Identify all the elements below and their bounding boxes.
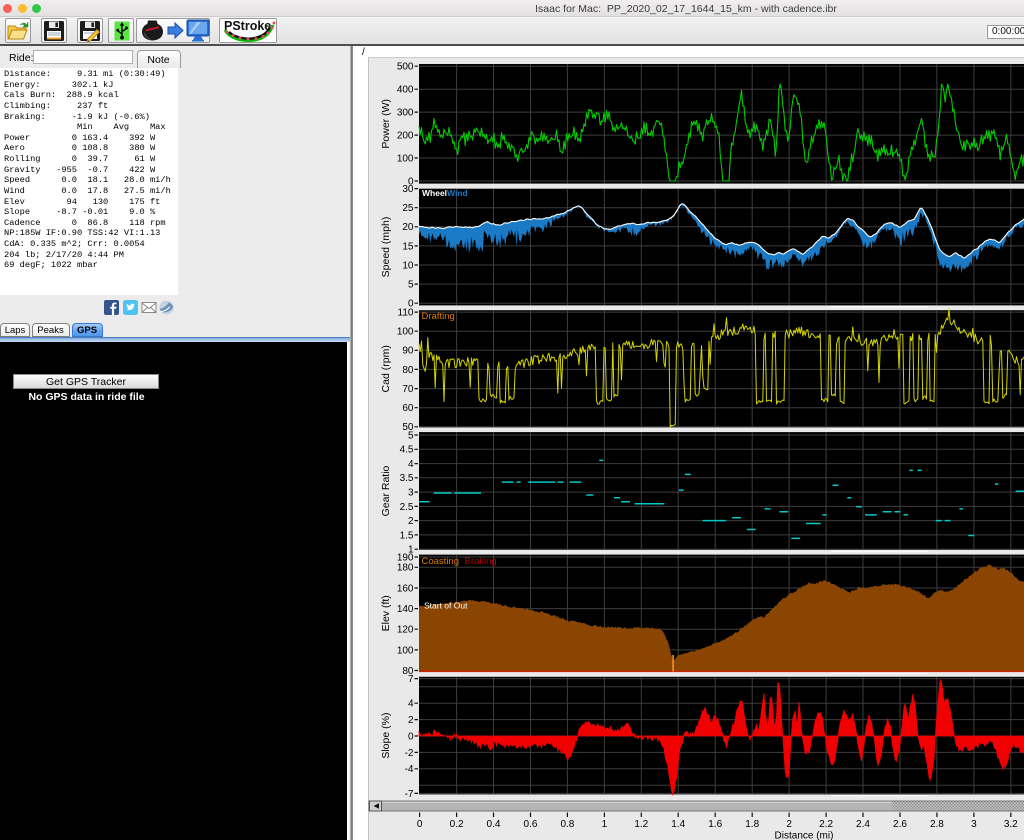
svg-text:0: 0: [417, 819, 423, 830]
svg-text:Gear Ratio: Gear Ratio: [380, 465, 392, 516]
svg-text:-2: -2: [405, 748, 414, 759]
svg-text:7: 7: [408, 674, 414, 685]
svg-text:15: 15: [402, 241, 414, 252]
svg-text:2.5: 2.5: [400, 502, 414, 513]
svg-text:30: 30: [402, 184, 414, 195]
svg-text:2.2: 2.2: [819, 819, 833, 830]
svg-text:90: 90: [402, 346, 414, 357]
svg-text:70: 70: [402, 384, 414, 395]
svg-text:20: 20: [402, 222, 414, 233]
svg-text:Power (W): Power (W): [380, 99, 392, 149]
svg-text:190: 190: [397, 552, 414, 563]
svg-text:180: 180: [397, 563, 414, 574]
svg-text:Coasting: Coasting: [422, 556, 460, 567]
svg-text:4: 4: [408, 699, 414, 710]
svg-text:Wheel: Wheel: [422, 188, 447, 198]
svg-text:3: 3: [971, 819, 977, 830]
svg-text:2.6: 2.6: [893, 819, 907, 830]
svg-text:100: 100: [397, 153, 414, 164]
svg-text:5: 5: [408, 280, 414, 291]
svg-text:Start of Out: Start of Out: [424, 601, 468, 611]
svg-text:400: 400: [397, 85, 414, 96]
svg-text:0.8: 0.8: [560, 819, 574, 830]
svg-text:3.5: 3.5: [400, 473, 414, 484]
svg-text:1.6: 1.6: [708, 819, 722, 830]
svg-text:110: 110: [398, 308, 414, 319]
svg-text:Wind: Wind: [447, 188, 468, 198]
svg-text:-7: -7: [405, 789, 414, 800]
svg-text:80: 80: [402, 365, 414, 376]
svg-text:2: 2: [408, 715, 414, 726]
svg-text:-4: -4: [405, 764, 414, 775]
svg-text:PStroke: PStroke: [224, 19, 271, 33]
svg-text:Distance (mi): Distance (mi): [775, 831, 834, 840]
svg-text:Drafting: Drafting: [422, 311, 455, 322]
svg-text:1.4: 1.4: [671, 819, 685, 830]
svg-text:3.2: 3.2: [1004, 819, 1018, 830]
svg-text:140: 140: [397, 604, 414, 615]
svg-text:Braking: Braking: [465, 556, 497, 567]
svg-text:60: 60: [402, 403, 414, 414]
svg-text:Cad (rpm): Cad (rpm): [380, 345, 392, 392]
svg-text:2: 2: [408, 516, 414, 527]
svg-text:1.2: 1.2: [634, 819, 648, 830]
svg-text:2.4: 2.4: [856, 819, 870, 830]
svg-text:Elev (ft): Elev (ft): [380, 595, 392, 631]
svg-text:Slope (%): Slope (%): [380, 713, 392, 759]
svg-text:160: 160: [397, 583, 414, 594]
svg-text:0.4: 0.4: [487, 819, 501, 830]
svg-text:3: 3: [408, 488, 414, 499]
svg-text:4: 4: [408, 459, 414, 470]
svg-text:1.5: 1.5: [400, 530, 414, 541]
svg-text:1.8: 1.8: [745, 819, 759, 830]
svg-text:120: 120: [397, 625, 414, 636]
svg-text:Speed (mph): Speed (mph): [380, 217, 392, 278]
svg-text:25: 25: [402, 203, 414, 214]
svg-text:4.5: 4.5: [400, 445, 414, 456]
svg-text:100: 100: [397, 645, 414, 656]
svg-text:200: 200: [397, 131, 414, 142]
svg-text:5: 5: [408, 430, 414, 441]
svg-text:0.6: 0.6: [524, 819, 538, 830]
svg-text:2: 2: [786, 819, 792, 830]
svg-text:0: 0: [408, 731, 414, 742]
svg-text:10: 10: [402, 260, 414, 271]
svg-text:0.2: 0.2: [450, 819, 464, 830]
svg-text:1: 1: [602, 819, 608, 830]
svg-text:300: 300: [397, 108, 414, 119]
svg-text:100: 100: [397, 327, 414, 338]
svg-text:2.8: 2.8: [930, 819, 944, 830]
svg-text:500: 500: [397, 62, 414, 73]
